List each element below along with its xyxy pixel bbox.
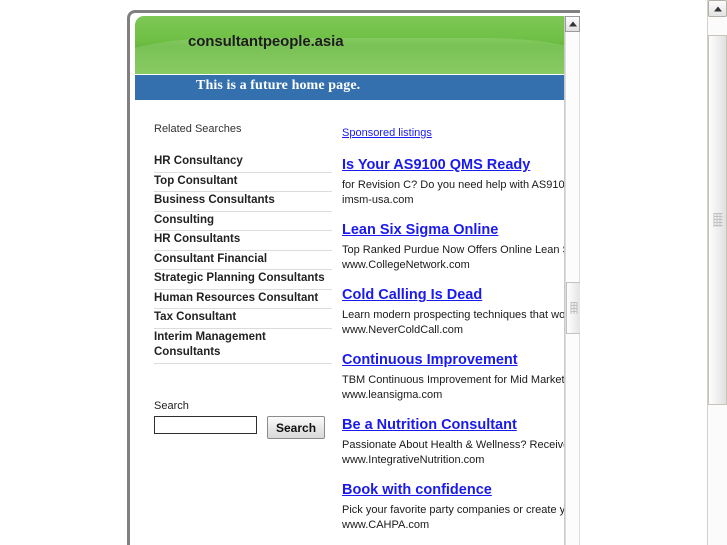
ad-url: www.NeverColdCall.com bbox=[342, 324, 464, 336]
related-searches-heading: Related Searches bbox=[154, 123, 242, 135]
page-viewport: consultantpeople.asia This is a future h… bbox=[135, 16, 567, 545]
ad-url: www.CollegeNetwork.com bbox=[342, 259, 470, 271]
ad-description: Top Ranked Purdue Now Offers Online Lean… bbox=[342, 244, 567, 256]
site-subtitle: This is a future home page. bbox=[196, 78, 361, 93]
sponsored-ad: Lean Six Sigma Online Top Ranked Purdue … bbox=[342, 221, 567, 273]
inner-scrollbar[interactable] bbox=[564, 16, 580, 545]
page-content: Related Searches HR Consultancy Top Cons… bbox=[135, 100, 567, 545]
sponsored-ad: Be a Nutrition Consultant Passionate Abo… bbox=[342, 416, 567, 468]
list-item[interactable]: Strategic Planning Consultants bbox=[154, 270, 332, 290]
grip-icon bbox=[570, 302, 577, 314]
list-item[interactable]: Consultant Financial bbox=[154, 251, 332, 270]
list-item[interactable]: Human Resources Consultant bbox=[154, 290, 332, 309]
site-title: consultantpeople.asia bbox=[188, 33, 344, 50]
ad-title-link[interactable]: Be a Nutrition Consultant bbox=[342, 416, 567, 434]
outer-scroll-up-button[interactable] bbox=[708, 0, 727, 17]
sponsored-ad: Continuous Improvement TBM Continuous Im… bbox=[342, 351, 567, 403]
search-button[interactable]: Search bbox=[267, 416, 326, 439]
outer-scrollbar[interactable] bbox=[707, 0, 727, 545]
list-item[interactable]: Business Consultants bbox=[154, 192, 332, 212]
ad-title-link[interactable]: Lean Six Sigma Online bbox=[342, 221, 567, 239]
list-item[interactable]: Tax Consultant bbox=[154, 309, 332, 329]
list-item[interactable]: Interim Management Consultants bbox=[154, 329, 332, 364]
related-searches-column: Related Searches HR Consultancy Top Cons… bbox=[154, 123, 332, 364]
search-row: Search bbox=[154, 416, 334, 439]
ad-url: www.CAHPA.com bbox=[342, 519, 430, 531]
list-item[interactable]: HR Consultancy bbox=[154, 153, 332, 173]
site-header: consultantpeople.asia bbox=[135, 16, 567, 74]
inner-scroll-track[interactable] bbox=[565, 32, 580, 545]
ad-url: www.leansigma.com bbox=[342, 389, 443, 401]
search-widget: Search Search bbox=[154, 400, 334, 439]
sponsored-ad: Book with confidence Pick your favorite … bbox=[342, 481, 567, 533]
sponsored-ad: Is Your AS9100 QMS Ready for Revision C?… bbox=[342, 156, 567, 208]
ad-description: Pick your favorite party companies or cr… bbox=[342, 504, 567, 516]
ad-description: Learn modern prospecting techniques that… bbox=[342, 309, 567, 321]
screenshot-root: consultantpeople.asia This is a future h… bbox=[0, 0, 727, 545]
search-input[interactable] bbox=[154, 416, 257, 434]
sponsored-listings-column: Sponsored listings Is Your AS9100 QMS Re… bbox=[342, 123, 567, 545]
list-item[interactable]: Top Consultant bbox=[154, 173, 332, 192]
outer-scroll-thumb[interactable] bbox=[708, 35, 727, 405]
chevron-up-icon bbox=[713, 6, 722, 11]
ad-title-link[interactable]: Cold Calling Is Dead bbox=[342, 286, 567, 304]
ad-title-link[interactable]: Continuous Improvement bbox=[342, 351, 567, 369]
list-item[interactable]: HR Consultants bbox=[154, 231, 332, 251]
inner-scroll-thumb[interactable] bbox=[566, 282, 580, 334]
ad-description: TBM Continuous Improvement for Mid Marke… bbox=[342, 374, 567, 386]
related-searches-list: HR Consultancy Top Consultant Business C… bbox=[154, 153, 332, 364]
search-label: Search bbox=[154, 400, 189, 412]
ad-url: www.IntegrativeNutrition.com bbox=[342, 454, 485, 466]
document-frame: consultantpeople.asia This is a future h… bbox=[127, 10, 580, 545]
inner-scroll-up-button[interactable] bbox=[565, 16, 580, 32]
sponsored-listings-link[interactable]: Sponsored listings bbox=[342, 127, 432, 139]
ad-title-link[interactable]: Book with confidence bbox=[342, 481, 567, 499]
site-subbar: This is a future home page. bbox=[135, 74, 567, 100]
ad-url: imsm-usa.com bbox=[342, 194, 414, 206]
sponsored-ad: Cold Calling Is Dead Learn modern prospe… bbox=[342, 286, 567, 338]
list-item[interactable]: Consulting bbox=[154, 212, 332, 231]
ad-description: for Revision C? Do you need help with AS… bbox=[342, 179, 567, 191]
ad-description: Passionate About Health & Wellness? Rece… bbox=[342, 439, 567, 451]
ad-title-link[interactable]: Is Your AS9100 QMS Ready bbox=[342, 156, 567, 174]
chevron-up-icon bbox=[568, 21, 577, 27]
grip-icon bbox=[713, 213, 722, 227]
outer-scroll-track[interactable] bbox=[708, 17, 727, 545]
